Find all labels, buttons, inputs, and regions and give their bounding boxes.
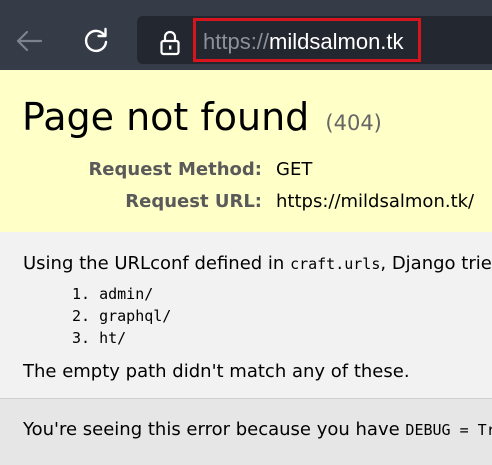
refresh-icon — [84, 27, 108, 53]
refresh-button[interactable] — [80, 25, 112, 57]
request-method-label: Request Method: — [88, 159, 262, 180]
url-text[interactable]: https://mildsalmon.tk — [203, 28, 404, 56]
url-pattern-item: 3. ht/ — [72, 329, 127, 347]
urlconf-prefix: Using the URLconf defined in — [23, 253, 291, 274]
request-url-value: https://mildsalmon.tk/ — [276, 191, 475, 212]
request-url-label: Request URL: — [125, 191, 262, 212]
lock-icon[interactable] — [159, 30, 181, 56]
browser-toolbar: https://mildsalmon.tk — [0, 0, 492, 70]
no-match-message: The empty path didn't match any of these… — [23, 361, 410, 382]
debug-sentence: You're seeing this error because you hav… — [23, 418, 492, 442]
debug-setting: DEBUG = Tru — [405, 421, 492, 439]
request-method-value: GET — [276, 159, 313, 180]
url-scheme: https:// — [203, 29, 270, 54]
debug-explanation: You're seeing this error because you hav… — [0, 398, 492, 465]
url-host: mildsalmon.tk — [269, 29, 404, 54]
page-title: Page not found (404) — [22, 94, 382, 146]
back-button[interactable] — [14, 26, 44, 56]
error-info: Using the URLconf defined in craft.urls,… — [0, 232, 492, 398]
status-code: (404) — [325, 111, 382, 135]
debug-text-prefix: You're seeing this error because you hav… — [23, 419, 406, 440]
urlconf-suffix: , Django trie — [380, 253, 492, 274]
url-pattern-item: 2. graphql/ — [72, 307, 172, 325]
error-summary: Page not found (404) Request Method: GET… — [0, 70, 492, 233]
page-title-text: Page not found — [22, 95, 310, 139]
request-url-value-row: https://mildsalmon.tk/ — [276, 190, 474, 214]
urlconf-sentence: Using the URLconf defined in craft.urls,… — [23, 252, 492, 276]
arrow-left-icon — [16, 30, 43, 52]
url-pattern-item: 1. admin/ — [72, 285, 154, 303]
urlconf-module: craft.urls — [290, 255, 381, 273]
request-method-value-row: GET — [276, 158, 312, 182]
